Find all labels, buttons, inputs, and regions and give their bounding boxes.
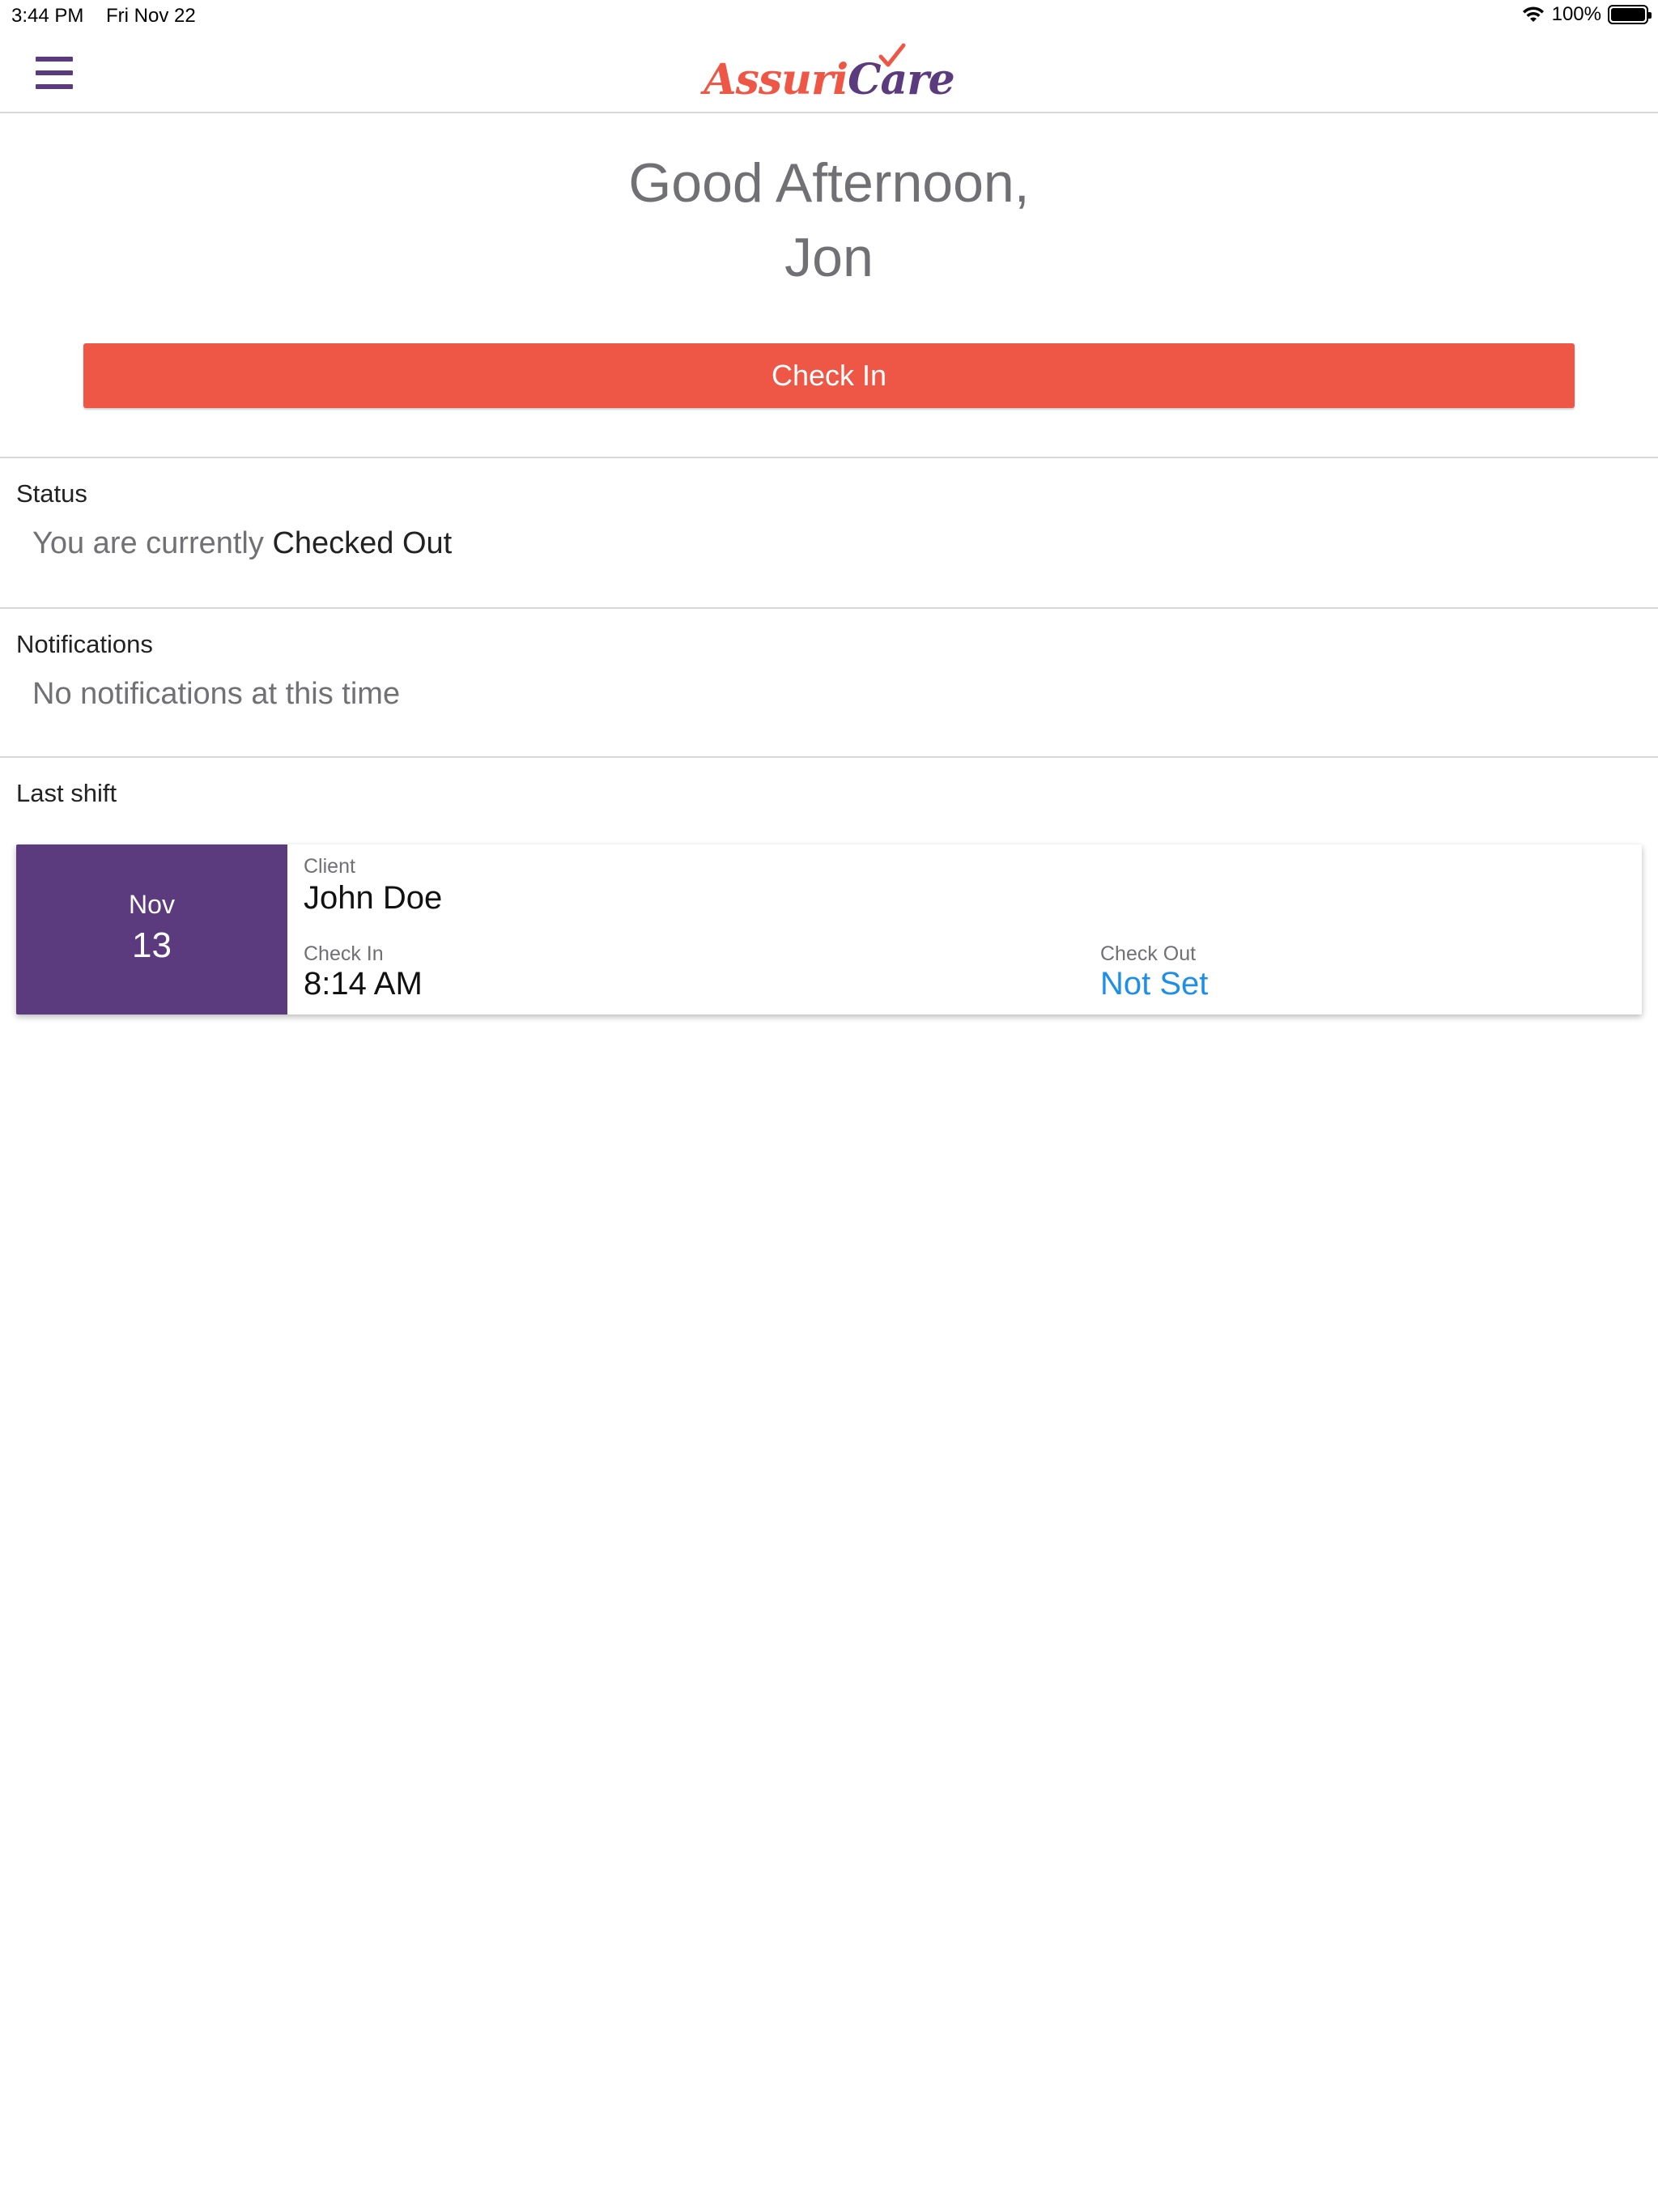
notifications-heading: Notifications xyxy=(16,630,153,658)
check-in-time: 8:14 AM xyxy=(304,966,423,1002)
status-bar: 3:44 PM Fri Nov 22 100% xyxy=(0,0,1658,32)
status-indicators: 100% xyxy=(1521,3,1652,26)
checkmark-icon xyxy=(878,43,906,67)
shift-date-block: Nov 13 xyxy=(16,844,287,1015)
shift-day: 13 xyxy=(132,925,172,965)
status-time: 3:44 PM xyxy=(11,5,84,27)
status-section: Status You are currently Checked Out xyxy=(0,457,1658,607)
check-in-label: Check In xyxy=(304,942,384,965)
client-name: John Doe xyxy=(304,880,443,916)
shift-month: Nov xyxy=(129,890,175,919)
last-shift-card[interactable]: Nov 13 Client John Doe Check In 8:14 AM … xyxy=(16,844,1642,1015)
notifications-section: Notifications No notifications at this t… xyxy=(0,607,1658,756)
greeting-line: Good Afternoon, xyxy=(628,152,1030,214)
check-in-button[interactable]: Check In xyxy=(83,343,1575,408)
status-heading: Status xyxy=(16,479,87,508)
status-message: You are currently Checked Out xyxy=(32,526,452,561)
last-shift-heading: Last shift xyxy=(16,779,117,807)
assuricare-logo: AssuriCare xyxy=(699,42,959,107)
greeting: Good Afternoon, Jon xyxy=(0,146,1658,295)
check-out-label: Check Out xyxy=(1100,942,1197,965)
hamburger-menu-icon[interactable] xyxy=(36,57,73,89)
client-label: Client xyxy=(304,855,355,878)
wifi-icon xyxy=(1522,6,1544,22)
greeting-user-name: Jon xyxy=(784,227,874,288)
nav-bar: AssuriCare xyxy=(0,32,1658,113)
last-shift-section: Last shift xyxy=(0,756,1658,837)
battery-percentage: 100% xyxy=(1551,3,1601,25)
status-date: Fri Nov 22 xyxy=(106,5,196,27)
battery-icon xyxy=(1608,5,1652,24)
status-prefix: You are currently xyxy=(32,526,264,560)
check-out-time[interactable]: Not Set xyxy=(1100,966,1208,1002)
logo-text-assuri: Assuri xyxy=(704,55,848,104)
status-value: Checked Out xyxy=(272,526,453,560)
notifications-message: No notifications at this time xyxy=(32,677,401,711)
